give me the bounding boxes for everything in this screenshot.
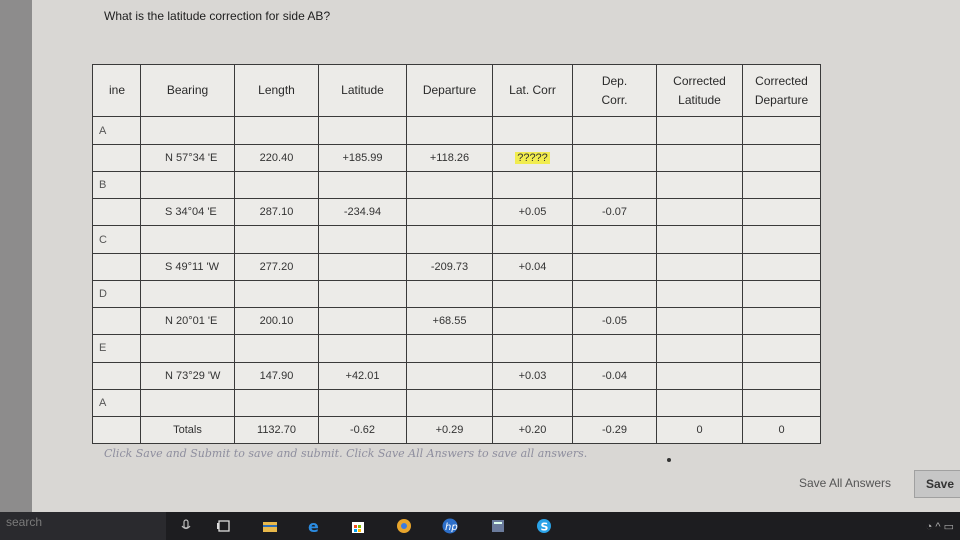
departure-cell: -209.73 <box>406 252 493 281</box>
save-all-answers-button[interactable]: Save All Answers <box>780 472 910 494</box>
header-line: ine <box>92 63 141 118</box>
latitude-cell: +185.99 <box>318 144 407 172</box>
traverse-table-container: ine Bearing Length Latitude Departure La… <box>92 63 821 444</box>
length-cell: 147.90 <box>234 361 319 390</box>
header-departure: Departure <box>406 63 493 118</box>
totals-corrected-departure: 0 <box>742 416 821 444</box>
length-cell: 287.10 <box>234 198 319 227</box>
dep-corr-cell[interactable]: -0.05 <box>572 307 657 336</box>
bearing-cell: S 34°04 'E <box>140 198 235 227</box>
corrected-latitude-cell[interactable] <box>656 361 743 390</box>
totals-dep-corr: -0.29 <box>572 416 657 444</box>
bearing-cell: N 20°01 'E <box>140 307 235 336</box>
lat-corr-cell[interactable]: +0.03 <box>492 361 573 390</box>
point-row: D <box>92 279 821 309</box>
latitude-cell: +42.01 <box>318 361 407 390</box>
latitude-cell: -234.94 <box>318 198 407 227</box>
departure-cell <box>406 361 493 390</box>
corrected-departure-cell[interactable] <box>742 144 821 172</box>
latitude-cell <box>318 307 407 336</box>
bearing-cell: N 57°34 'E <box>140 144 235 172</box>
dep-corr-cell[interactable] <box>572 144 657 172</box>
latitude-cell <box>318 252 407 281</box>
totals-departure: +0.29 <box>406 416 493 444</box>
svg-text:e: e <box>308 518 319 534</box>
departure-cell <box>406 198 493 227</box>
table-row: S 34°04 'E 287.10 -234.94 +0.05 -0.07 <box>92 198 821 227</box>
corrected-latitude-cell[interactable] <box>656 252 743 281</box>
unknown-highlight: ????? <box>515 151 550 164</box>
header-corrected-latitude: Corrected Latitude <box>656 63 743 118</box>
skype-icon[interactable]: S <box>536 518 552 534</box>
point-label: C <box>92 225 141 254</box>
point-row: A <box>92 388 821 418</box>
lat-corr-cell[interactable]: +0.04 <box>492 252 573 281</box>
microphone-icon[interactable] <box>178 518 194 534</box>
store-icon[interactable] <box>350 518 366 534</box>
bearing-cell: N 73°29 'W <box>140 361 235 390</box>
header-length: Length <box>234 63 319 118</box>
dep-corr-cell[interactable] <box>572 252 657 281</box>
point-label: A <box>92 116 141 146</box>
corrected-departure-cell[interactable] <box>742 198 821 227</box>
save-button[interactable]: Save <box>914 470 960 498</box>
edge-icon[interactable]: e <box>306 518 322 534</box>
point-row: C <box>92 225 821 254</box>
dep-corr-cell[interactable]: -0.04 <box>572 361 657 390</box>
task-view-icon[interactable] <box>216 518 232 534</box>
point-row: E <box>92 334 821 363</box>
totals-row: Totals 1132.70 -0.62 +0.29 +0.20 -0.29 0… <box>92 416 821 444</box>
totals-latitude: -0.62 <box>318 416 407 444</box>
header-dep-corr: Dep. Corr. <box>572 63 657 118</box>
length-cell: 277.20 <box>234 252 319 281</box>
svg-text:hp: hp <box>445 522 458 533</box>
table-row: N 20°01 'E 200.10 +68.55 -0.05 <box>92 307 821 336</box>
corrected-latitude-cell[interactable] <box>656 307 743 336</box>
table-row: N 73°29 'W 147.90 +42.01 +0.03 -0.04 <box>92 361 821 390</box>
totals-length: 1132.70 <box>234 416 319 444</box>
totals-corrected-latitude: 0 <box>656 416 743 444</box>
point-label: A <box>92 388 141 418</box>
corrected-latitude-cell[interactable] <box>656 144 743 172</box>
point-label: E <box>92 334 141 363</box>
system-tray[interactable]: ◔ ^ ▭ <box>926 520 954 533</box>
question-text: What is the latitude correction for side… <box>104 9 331 23</box>
header-bearing: Bearing <box>140 63 235 118</box>
calculator-icon[interactable] <box>490 518 506 534</box>
totals-lat-corr: +0.20 <box>492 416 573 444</box>
length-cell: 200.10 <box>234 307 319 336</box>
save-instructions: Click Save and Submit to save and submit… <box>104 447 588 460</box>
header-corrected-departure: Corrected Departure <box>742 63 821 118</box>
corrected-latitude-cell[interactable] <box>656 198 743 227</box>
table-row: S 49°11 'W 277.20 -209.73 +0.04 <box>92 252 821 281</box>
point-label: B <box>92 170 141 200</box>
traverse-table: ine Bearing Length Latitude Departure La… <box>92 63 821 444</box>
taskbar-search-box[interactable]: search <box>0 512 166 540</box>
bullet-dot <box>667 458 671 462</box>
chrome-icon[interactable] <box>396 518 412 534</box>
header-lat-corr: Lat. Corr <box>492 63 573 118</box>
corrected-departure-cell[interactable] <box>742 252 821 281</box>
totals-label: Totals <box>140 416 235 444</box>
corrected-departure-cell[interactable] <box>742 307 821 336</box>
header-latitude: Latitude <box>318 63 407 118</box>
departure-cell: +118.26 <box>406 144 493 172</box>
hp-icon[interactable]: hp <box>440 518 460 534</box>
windows-taskbar: search e hp S ◔ ^ ▭ <box>0 512 960 540</box>
lat-corr-cell[interactable] <box>492 307 573 336</box>
lat-corr-cell[interactable]: ????? <box>492 144 573 172</box>
point-row: B <box>92 170 821 200</box>
file-explorer-icon[interactable] <box>262 518 278 534</box>
table-row: N 57°34 'E 220.40 +185.99 +118.26 ????? <box>92 144 821 172</box>
dep-corr-cell[interactable]: -0.07 <box>572 198 657 227</box>
lat-corr-cell[interactable]: +0.05 <box>492 198 573 227</box>
length-cell: 220.40 <box>234 144 319 172</box>
corrected-departure-cell[interactable] <box>742 361 821 390</box>
svg-text:S: S <box>541 521 549 534</box>
bearing-cell: S 49°11 'W <box>140 252 235 281</box>
left-margin <box>0 0 32 512</box>
point-row: A <box>92 116 821 146</box>
point-label: D <box>92 279 141 309</box>
departure-cell: +68.55 <box>406 307 493 336</box>
